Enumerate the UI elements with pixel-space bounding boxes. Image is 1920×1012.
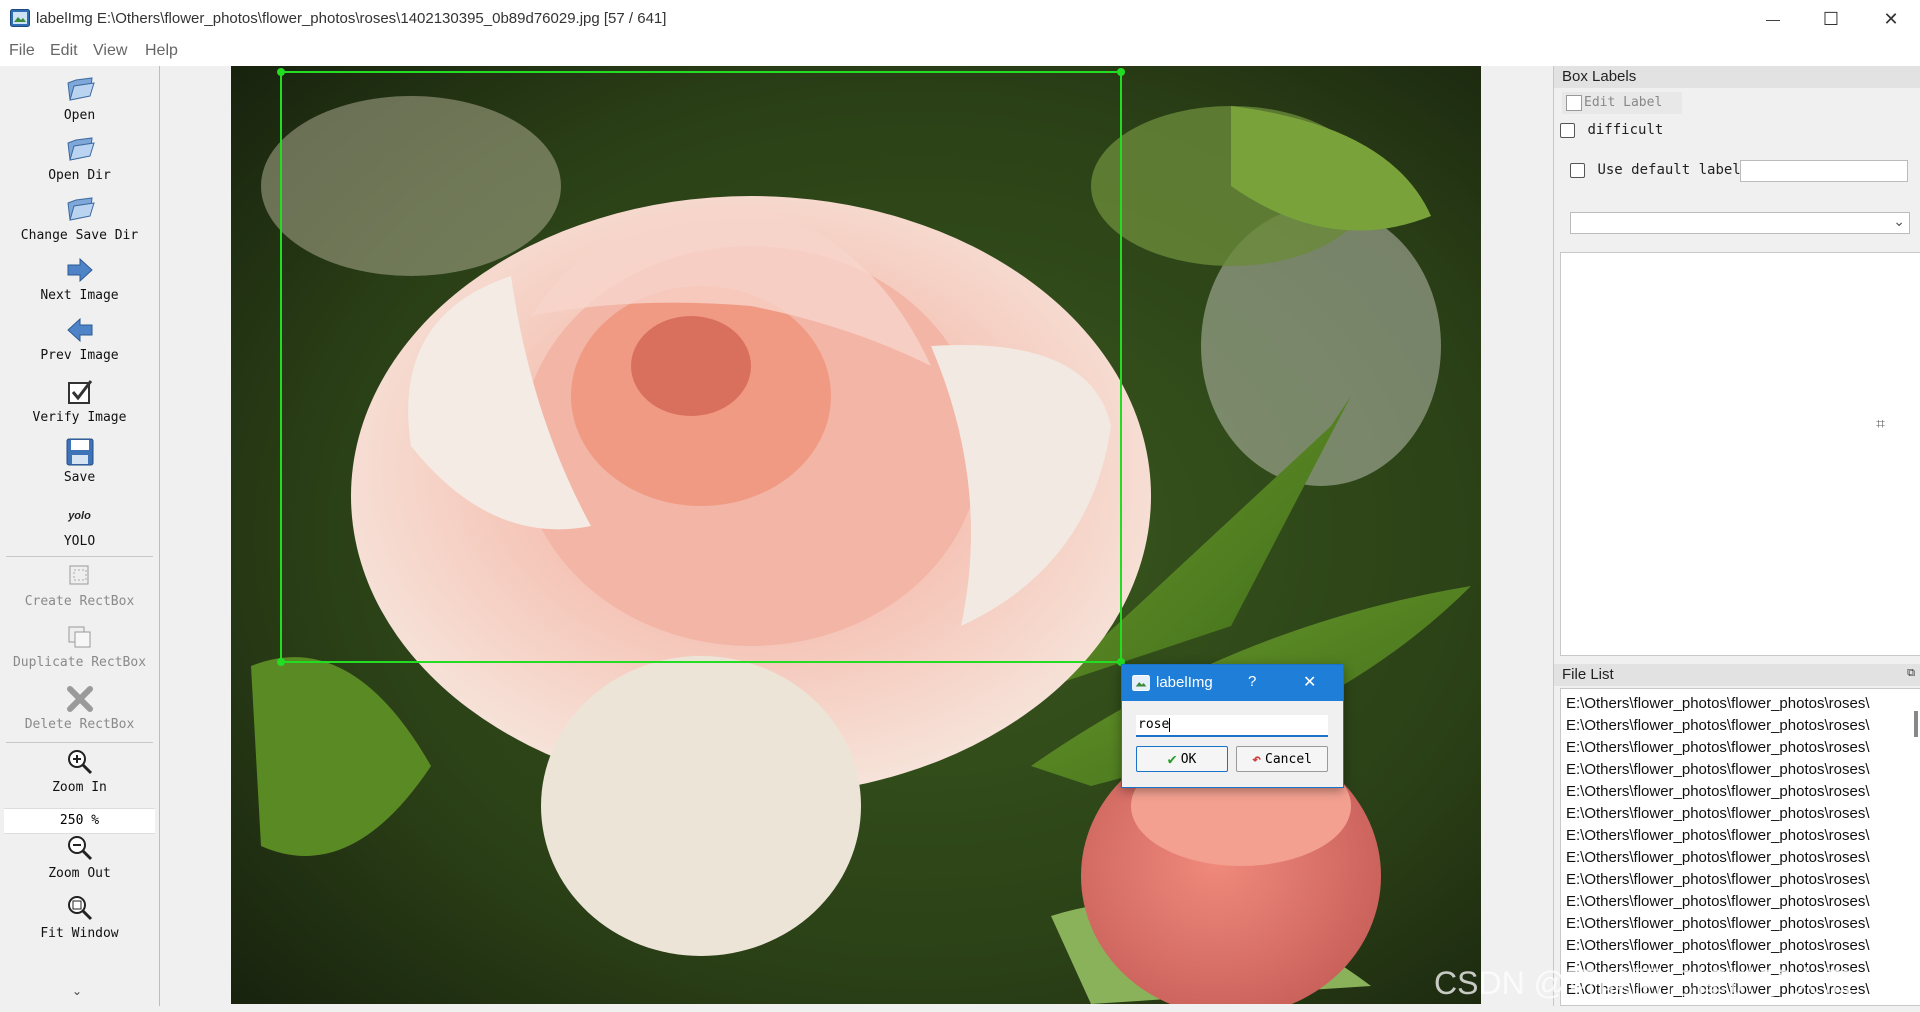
file-list-item[interactable]: E:\Others\flower_photos\flower_photos\ro…: [1566, 869, 1920, 891]
difficult-checkbox[interactable]: [1560, 122, 1575, 138]
checkmark-icon: ✔: [1167, 750, 1177, 768]
label-dialog: labelImg ? ✕ rose ✔ OK ↶ Cancel: [1121, 664, 1344, 788]
watermark: CSDN @可能回忆掉进了大海: [1434, 965, 1855, 1001]
file-list-item[interactable]: E:\Others\flower_photos\flower_photos\ro…: [1566, 935, 1920, 957]
label-combobox[interactable]: ⌄: [1570, 212, 1910, 234]
file-list-item[interactable]: E:\Others\flower_photos\flower_photos\ro…: [1566, 715, 1920, 737]
difficult-row: difficult: [1560, 122, 1663, 138]
dialog-title: labelImg: [1156, 674, 1213, 691]
chevron-down-icon: ⌄: [1893, 213, 1905, 229]
edit-label-text: Edit Label: [1584, 95, 1663, 110]
labelimg-dialog-icon: [1132, 675, 1150, 691]
file-list-item[interactable]: E:\Others\flower_photos\flower_photos\ro…: [1566, 803, 1920, 825]
cancel-button[interactable]: ↶ Cancel: [1236, 746, 1328, 772]
right-dock: Box Labels Edit Label difficult Use defa…: [1553, 66, 1920, 1006]
bbox-handle[interactable]: [1117, 68, 1125, 76]
file-list-item[interactable]: E:\Others\flower_photos\flower_photos\ro…: [1566, 759, 1920, 781]
file-list-item[interactable]: E:\Others\flower_photos\flower_photos\ro…: [1566, 781, 1920, 803]
file-list-header: File List: [1554, 664, 1920, 686]
difficult-label: difficult: [1587, 122, 1664, 138]
edit-label-button[interactable]: Edit Label: [1562, 92, 1682, 114]
bbox-handle[interactable]: [277, 658, 285, 666]
file-list-scrollbar[interactable]: [1914, 711, 1918, 737]
ok-label: OK: [1180, 751, 1197, 767]
use-default-label-text: Use default label: [1597, 162, 1741, 178]
file-list-item[interactable]: E:\Others\flower_photos\flower_photos\ro…: [1566, 913, 1920, 935]
label-input-value: rose: [1138, 717, 1170, 732]
file-list-item[interactable]: E:\Others\flower_photos\flower_photos\ro…: [1566, 737, 1920, 759]
help-icon[interactable]: ?: [1248, 673, 1256, 690]
cancel-label: Cancel: [1265, 751, 1312, 767]
float-dock-icon[interactable]: ⧉: [1907, 667, 1915, 680]
use-default-label-checkbox[interactable]: [1570, 162, 1585, 178]
text-cursor: [1169, 717, 1171, 732]
file-list-item[interactable]: E:\Others\flower_photos\flower_photos\ro…: [1566, 825, 1920, 847]
bounding-box[interactable]: [280, 71, 1122, 663]
file-list-item[interactable]: E:\Others\flower_photos\flower_photos\ro…: [1566, 693, 1920, 715]
close-icon[interactable]: ✕: [1303, 672, 1316, 692]
file-list-item[interactable]: E:\Others\flower_photos\flower_photos\ro…: [1566, 847, 1920, 869]
file-list-item[interactable]: E:\Others\flower_photos\flower_photos\ro…: [1566, 891, 1920, 913]
default-label-row: Use default label: [1570, 162, 1741, 178]
box-labels-list[interactable]: [1560, 252, 1920, 656]
ok-button[interactable]: ✔ OK: [1136, 746, 1228, 772]
default-label-input[interactable]: [1740, 160, 1908, 182]
grid-icon[interactable]: ⌗: [1876, 416, 1896, 436]
undo-arrow-icon: ↶: [1252, 750, 1262, 768]
label-input-field[interactable]: rose: [1136, 715, 1328, 737]
edit-pencil-icon: [1566, 94, 1582, 111]
box-labels-header: Box Labels: [1554, 66, 1920, 88]
bbox-handle[interactable]: [277, 68, 285, 76]
dialog-titlebar: labelImg ? ✕: [1122, 665, 1343, 701]
